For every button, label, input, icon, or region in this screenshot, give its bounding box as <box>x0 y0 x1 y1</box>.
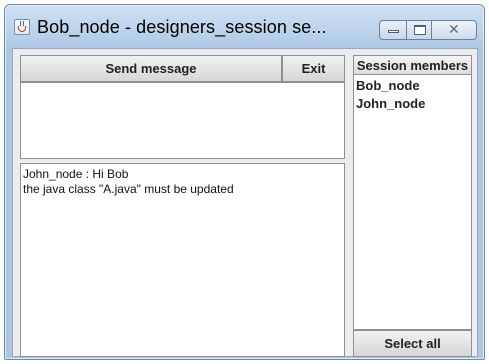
session-members-list[interactable]: Bob_node John_node <box>353 75 472 330</box>
member-item-bob-node[interactable]: Bob_node <box>356 77 469 95</box>
message-input[interactable] <box>20 82 345 159</box>
client-area: Send message Exit John_node : Hi Bob the… <box>12 48 478 357</box>
close-button[interactable]: ✕ <box>432 20 477 40</box>
session-members-panel: Session members Bob_node John_node <box>353 55 472 330</box>
member-item-john-node[interactable]: John_node <box>356 95 469 113</box>
select-all-button[interactable]: Select all <box>353 330 472 357</box>
title-bar[interactable]: Bob_node - designers_session se... ✕ <box>5 5 484 47</box>
minimize-button[interactable] <box>379 20 406 40</box>
window-controls: ✕ <box>379 20 477 40</box>
exit-button[interactable]: Exit <box>282 55 345 82</box>
app-window: Bob_node - designers_session se... ✕ Sen… <box>4 4 485 360</box>
chat-message: the java class "A.java" must be updated <box>23 182 234 196</box>
chat-message: John_node : Hi Bob <box>23 167 129 181</box>
maximize-icon <box>414 25 426 35</box>
minimize-icon <box>388 30 399 33</box>
chat-history[interactable]: John_node : Hi Bob the java class "A.jav… <box>20 163 345 357</box>
close-icon: ✕ <box>448 22 460 38</box>
java-coffee-cup-icon[interactable] <box>14 19 30 35</box>
window-title: Bob_node - designers_session se... <box>37 17 327 37</box>
maximize-button[interactable] <box>406 20 432 40</box>
session-members-header[interactable]: Session members <box>353 55 472 75</box>
send-message-button[interactable]: Send message <box>20 55 282 82</box>
